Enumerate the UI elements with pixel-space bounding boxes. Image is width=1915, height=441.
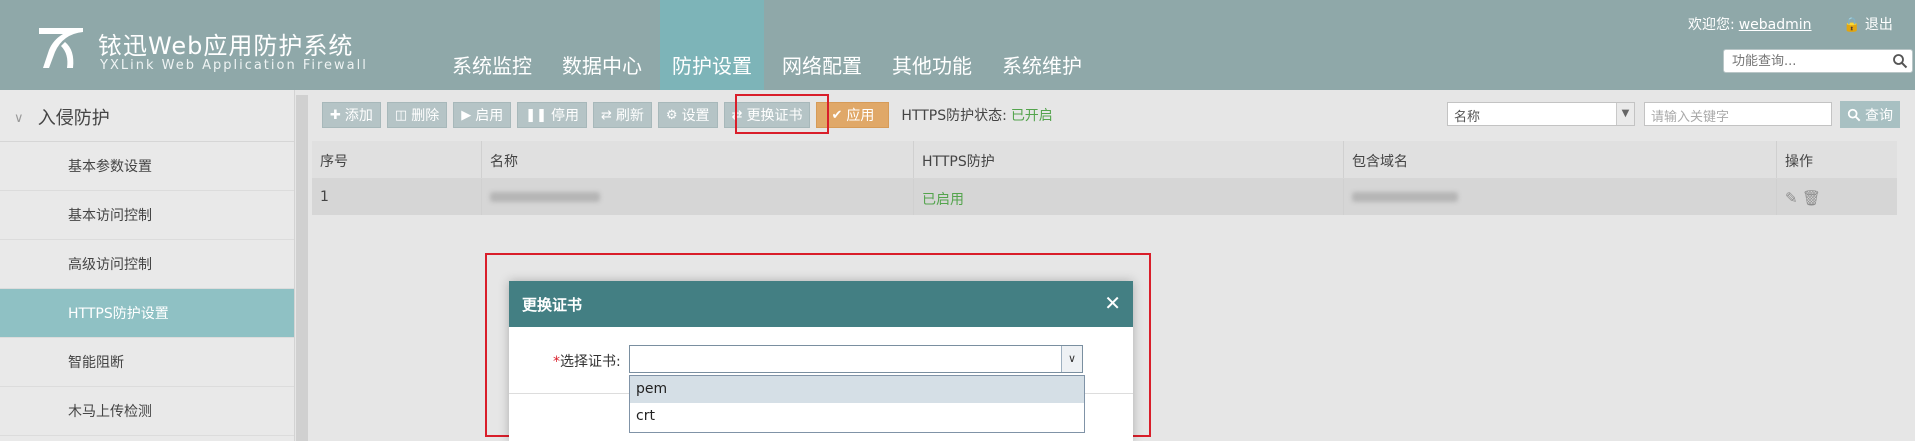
add-label: 添加 xyxy=(344,108,373,124)
delete-button[interactable]: ◫ 删除 xyxy=(386,102,448,128)
nav-network-config[interactable]: 网络配置 xyxy=(770,0,874,90)
chevron-down-icon[interactable]: ∨ xyxy=(1061,346,1082,372)
delete-label: 删除 xyxy=(411,108,440,124)
refresh-label: 刷新 xyxy=(615,108,644,124)
refresh-button[interactable]: ⇄ 刷新 xyxy=(593,102,652,128)
modal-title: 更换证书 xyxy=(522,296,583,314)
cert-field-label: *选择证书: xyxy=(553,351,621,371)
logout-label: 退出 xyxy=(1864,17,1893,33)
search-icon xyxy=(1847,108,1861,121)
search-icon[interactable] xyxy=(1892,53,1908,69)
row-index: 1 xyxy=(312,179,482,215)
logout-button[interactable]: 🔒 退出 xyxy=(1843,14,1893,34)
table-row[interactable]: 1 已启用 ✎ 🗑 xyxy=(312,179,1897,215)
query-button[interactable]: 查询 xyxy=(1840,101,1900,128)
toolbar: ✚ 添加 ◫ 删除 ▶ 启用 ❚❚ 停用 ⇄ 刷新 ⚙ 设置 ⇄ 更换证书 ✔ 应用 HTTPS… xyxy=(322,100,1053,130)
filter-field-select[interactable]: 名称 ▼ xyxy=(1447,102,1635,126)
required-mark: * xyxy=(553,354,560,370)
col-domains: 包含域名 xyxy=(1344,141,1777,178)
main-nav: 系统监控 数据中心 防护设置 网络配置 其他功能 系统维护 xyxy=(440,0,1100,90)
username-link[interactable]: webadmin xyxy=(1739,17,1812,33)
sidebar-item-trojan-detect[interactable]: 木马上传检测 xyxy=(0,387,294,436)
welcome-label: 欢迎您: xyxy=(1688,17,1735,33)
https-status-label: HTTPS防护状态: xyxy=(901,108,1007,124)
brand-logo-icon xyxy=(39,28,83,68)
lock-icon: 🔒 xyxy=(1843,17,1861,33)
sidebar-item-basic-params[interactable]: 基本参数设置 xyxy=(0,142,294,191)
sidebar-item-smart-block[interactable]: 智能阻断 xyxy=(0,338,294,387)
col-index: 序号 xyxy=(312,141,482,178)
function-search xyxy=(1723,49,1913,73)
trash-icon[interactable]: 🗑 xyxy=(1802,189,1821,207)
plus-icon: ✚ xyxy=(330,107,341,123)
close-icon[interactable]: ✕ xyxy=(1104,291,1121,315)
modal-header: 更换证书 ✕ xyxy=(509,281,1133,327)
query-label: 查询 xyxy=(1865,107,1893,124)
https-table: 序号 名称 HTTPS防护 包含域名 操作 1 已启用 ✎ 🗑 xyxy=(312,141,1897,215)
disable-label: 停用 xyxy=(551,108,579,124)
settings-label: 设置 xyxy=(681,108,710,124)
trash-icon: ◫ xyxy=(394,107,408,123)
check-icon: ✔ xyxy=(831,107,843,123)
sidebar: ∨ 入侵防护 基本参数设置 基本访问控制 高级访问控制 HTTPS防护设置 智能… xyxy=(0,90,295,441)
apply-label: 应用 xyxy=(846,108,875,124)
sidebar-section-title: 入侵防护 xyxy=(37,108,110,129)
disable-button[interactable]: ❚❚ 停用 xyxy=(517,102,587,128)
col-https: HTTPS防护 xyxy=(914,141,1344,178)
row-domain-redacted xyxy=(1344,179,1777,215)
settings-button[interactable]: ⚙ 设置 xyxy=(657,102,718,128)
sidebar-item-https[interactable]: HTTPS防护设置 xyxy=(0,289,294,338)
edit-icon[interactable]: ✎ xyxy=(1785,189,1798,207)
sidebar-section-intrusion[interactable]: ∨ 入侵防护 xyxy=(0,90,294,142)
table-header-row: 序号 名称 HTTPS防护 包含域名 操作 xyxy=(312,141,1897,179)
top-header: 铱迅Web应用防护系统 YXLink Web Application Firew… xyxy=(0,0,1915,90)
add-button[interactable]: ✚ 添加 xyxy=(322,102,381,128)
brand-subtitle: YXLink Web Application Firewall xyxy=(100,58,368,73)
gear-icon: ⚙ xyxy=(665,107,678,123)
nav-protection-settings[interactable]: 防护设置 xyxy=(660,0,764,90)
sidebar-scrollbar[interactable] xyxy=(296,95,308,441)
sidebar-item-basic-access[interactable]: 基本访问控制 xyxy=(0,191,294,240)
cert-select[interactable]: ∨ xyxy=(629,345,1083,373)
chevron-down-icon: ▼ xyxy=(1616,103,1634,125)
https-status: HTTPS防护状态: 已开启 xyxy=(901,105,1052,125)
col-actions: 操作 xyxy=(1785,154,1813,170)
brand-title: 铱迅Web应用防护系统 xyxy=(98,32,354,60)
cert-option-pem[interactable]: pem xyxy=(630,376,1084,403)
play-icon: ▶ xyxy=(461,107,472,123)
col-name: 名称 xyxy=(482,141,914,178)
function-search-input[interactable] xyxy=(1724,50,1884,72)
nav-data-center[interactable]: 数据中心 xyxy=(550,0,654,90)
cert-field-label-text: 选择证书: xyxy=(560,354,621,370)
replace-cert-highlight xyxy=(735,94,829,134)
nav-other-functions[interactable]: 其他功能 xyxy=(880,0,984,90)
filter-field-value: 名称 xyxy=(1454,110,1481,125)
welcome-text: 欢迎您: webadmin xyxy=(1688,14,1812,34)
pause-icon: ❚❚ xyxy=(525,107,547,123)
chevron-down-icon: ∨ xyxy=(14,111,24,126)
nav-system-maintenance[interactable]: 系统维护 xyxy=(990,0,1094,90)
sidebar-item-advanced-access[interactable]: 高级访问控制 xyxy=(0,240,294,289)
cert-dropdown-list: pem crt xyxy=(629,375,1085,433)
enable-button[interactable]: ▶ 启用 xyxy=(453,102,512,128)
nav-system-monitor[interactable]: 系统监控 xyxy=(440,0,544,90)
cert-option-crt[interactable]: crt xyxy=(630,403,1084,430)
enable-label: 启用 xyxy=(475,108,504,124)
row-name-redacted xyxy=(482,179,914,215)
row-actions: ✎ 🗑 xyxy=(1777,179,1897,215)
https-status-value: 已开启 xyxy=(1010,108,1053,124)
keyword-input[interactable]: 请输入关键字 xyxy=(1644,102,1832,126)
refresh-icon: ⇄ xyxy=(601,107,612,123)
row-https-status: 已启用 xyxy=(914,179,1344,215)
